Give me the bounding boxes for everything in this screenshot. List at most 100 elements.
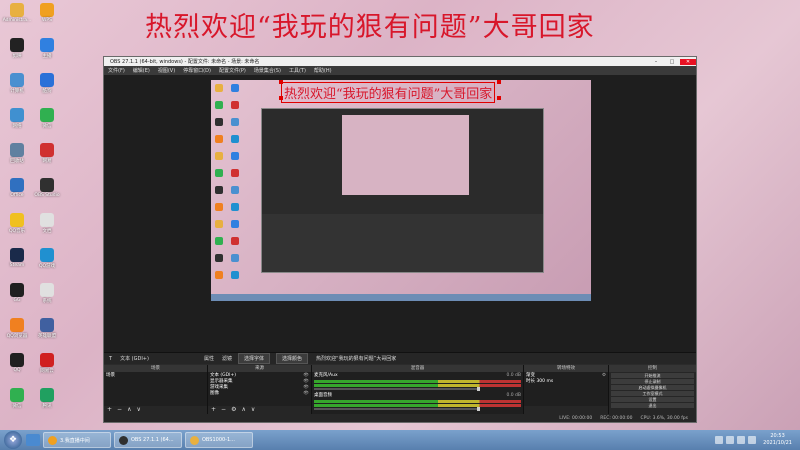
remove-icon[interactable]: − — [117, 406, 122, 414]
desktop-icon[interactable]: 微信 — [2, 388, 32, 409]
menu-item[interactable]: 停靠窗口(D) — [183, 67, 211, 74]
volume-slider[interactable] — [314, 407, 480, 411]
clock[interactable]: 20:53 2021/10/21 — [763, 433, 792, 447]
desktop-icon[interactable]: Steam — [2, 248, 32, 268]
down-icon[interactable]: ∨ — [251, 406, 255, 414]
menu-item[interactable]: 配置文件(P) — [219, 67, 246, 74]
desktop-icon[interactable]: 英雄联盟 — [32, 318, 62, 339]
desktop-icon[interactable]: 回收站 — [2, 143, 32, 164]
source-text-field[interactable]: 热烈欢迎“我玩的狠有问题”大哥回家 — [316, 355, 396, 362]
remove-icon[interactable]: − — [221, 406, 226, 414]
obs-titlebar[interactable]: OBS 27.1.1 (64-bit, windows) - 配置文件: 未命名… — [104, 57, 696, 66]
control-button[interactable]: 工作室模式 — [611, 391, 694, 396]
mini-desktop-icon — [231, 271, 239, 279]
tray-icon[interactable] — [726, 436, 735, 444]
desktop-icon[interactable]: 酷狗 — [32, 73, 62, 94]
desktop-icon[interactable]: WPS — [32, 3, 62, 23]
app-icon — [40, 318, 54, 332]
app-icon — [40, 38, 54, 52]
desktop-icon[interactable]: OBS Studio — [32, 178, 62, 198]
minimize-button[interactable]: – — [648, 59, 664, 65]
app-icon — [40, 178, 54, 192]
mini-desktop-icon — [215, 169, 223, 177]
desktop-icon[interactable]: Office — [2, 178, 32, 198]
taskbar-item[interactable]: 3.我直播中间 — [43, 432, 111, 448]
control-button[interactable]: 开始推流 — [611, 373, 694, 378]
desktop-icon[interactable]: QQ — [2, 353, 32, 373]
desktop-icon[interactable]: 网络 — [2, 108, 32, 129]
app-icon — [10, 318, 24, 332]
network-icon[interactable] — [748, 436, 757, 444]
resize-handle[interactable] — [497, 96, 501, 100]
volume-icon[interactable] — [737, 436, 746, 444]
select-font-button[interactable]: 选择字体 — [237, 353, 270, 364]
mini-desktop-icon — [215, 152, 223, 160]
add-icon[interactable]: + — [107, 406, 112, 414]
quicklaunch-icon[interactable] — [26, 434, 40, 446]
resize-handle[interactable] — [279, 80, 283, 84]
app-icon — [10, 73, 24, 87]
desktop-icon[interactable]: 网易云 — [32, 353, 62, 374]
mixer-dock: 混音器 麦克风/Aux 0.0 dB 桌面音频 0.0 dB — [312, 365, 524, 414]
menu-item[interactable]: 文件(F) — [108, 67, 125, 74]
add-icon[interactable]: + — [211, 406, 216, 414]
control-button[interactable]: 退出 — [611, 403, 694, 408]
desktop-icon[interactable]: QQ游戏 — [32, 248, 62, 269]
start-button[interactable]: ❖ — [4, 431, 22, 449]
maximize-button[interactable]: □ — [664, 59, 680, 65]
resize-handle[interactable] — [497, 80, 501, 84]
source-item[interactable]: 图像 👁 — [210, 391, 309, 397]
menu-item[interactable]: 编辑(E) — [133, 67, 150, 74]
eye-icon[interactable]: 👁 — [303, 391, 309, 397]
properties-button[interactable]: 属性 — [204, 355, 214, 362]
desktop-icon[interactable]: 主播 — [32, 38, 62, 59]
app-icon — [40, 73, 54, 87]
desktop-icon[interactable]: GG — [2, 283, 32, 303]
close-button[interactable]: ✕ — [680, 58, 696, 65]
text-source-icon: T — [109, 355, 113, 362]
volume-slider[interactable] — [314, 387, 480, 391]
menu-item[interactable]: 视图(V) — [158, 67, 175, 74]
control-button[interactable]: 停止录制 — [611, 379, 694, 384]
scene-item[interactable]: 场景 — [106, 373, 205, 379]
filters-button[interactable]: 滤镜 — [222, 355, 232, 362]
canvas-text-source[interactable]: 热烈欢迎“我玩的狠有问题”大哥回家 — [281, 82, 496, 103]
app-icon — [40, 353, 54, 367]
app-icon — [48, 435, 57, 445]
docks: 场景 场景 + − ∧ ∨ 来源 文本 (GDI+) 👁 显示器采集 👁 游戏采集 👁 图像 👁 +… — [104, 365, 696, 414]
taskbar-item[interactable]: OBS1000-1... — [185, 432, 253, 448]
desktop-icon[interactable]: 微信 — [32, 108, 62, 129]
taskbar-item[interactable]: OBS 27.1.1 (64... — [114, 432, 182, 448]
preview-area: 热烈欢迎“我玩的狠有问题”大哥回家 — [104, 75, 696, 352]
cpu-status: CPU: 3.6%, 30.00 fps — [640, 415, 689, 421]
gear-icon[interactable]: ⚙ — [231, 406, 236, 414]
desktop-icon[interactable]: QQ音乐 — [2, 213, 32, 234]
control-button[interactable]: 启动虚拟摄像机 — [611, 385, 694, 390]
desktop-icon[interactable]: 文档 — [32, 213, 62, 234]
desktop-icon[interactable]: Administra... — [2, 3, 32, 23]
controls-dock: 控制 开始推流 停止录制 启动虚拟摄像机 工作室模式 设置 退出 — [609, 365, 696, 414]
up-icon[interactable]: ∧ — [241, 406, 245, 414]
sources-dock: 来源 文本 (GDI+) 👁 显示器采集 👁 游戏采集 👁 图像 👁 + − ⚙ ∧ ∨ — [208, 365, 312, 414]
duration-field[interactable]: 时长 300 ms — [526, 379, 606, 385]
desktop-icon[interactable]: 腾讯 — [32, 388, 62, 409]
menu-item[interactable]: 场景集合(S) — [254, 67, 281, 74]
desktop-icon[interactable]: 计算机 — [2, 73, 32, 94]
app-icon — [10, 178, 24, 192]
desktop-icon[interactable]: 剪映 — [2, 38, 32, 59]
control-button[interactable]: 设置 — [611, 397, 694, 402]
desktop-icon[interactable]: QQ浏览器 — [2, 318, 32, 339]
volume-meter — [314, 400, 521, 403]
desktop-icon[interactable]: 系统 — [32, 283, 62, 304]
down-icon[interactable]: ∨ — [136, 406, 140, 414]
select-color-button[interactable]: 选择颜色 — [276, 353, 309, 364]
preview-canvas[interactable]: 热烈欢迎“我玩的狠有问题”大哥回家 — [211, 80, 591, 301]
menu-item[interactable]: 工具(T) — [289, 67, 306, 74]
app-icon — [40, 283, 54, 297]
volume-meter — [314, 380, 521, 383]
desktop-icon[interactable]: 网易 — [32, 143, 62, 164]
menu-item[interactable]: 帮助(H) — [314, 67, 332, 74]
tray-icon[interactable] — [715, 436, 724, 444]
up-icon[interactable]: ∧ — [127, 406, 131, 414]
resize-handle[interactable] — [279, 96, 283, 100]
